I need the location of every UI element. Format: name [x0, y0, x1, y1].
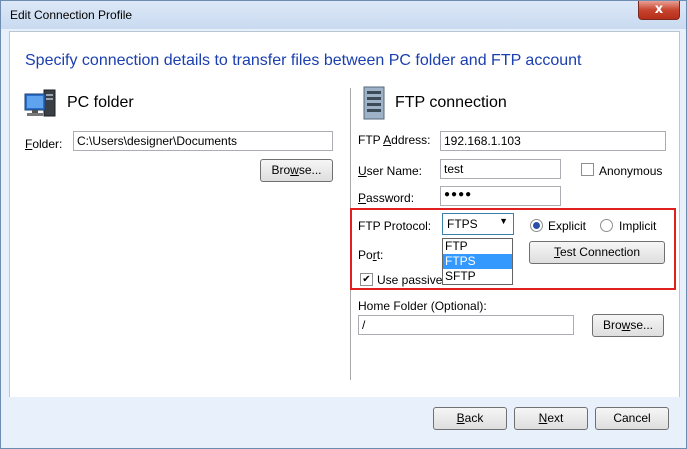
- dialog-footer: Back Next Cancel: [1, 397, 686, 448]
- implicit-radio[interactable]: [600, 219, 613, 232]
- anonymous-label: Anonymous: [599, 164, 663, 178]
- pc-computer-icon: [24, 89, 56, 117]
- explicit-label: Explicit: [548, 219, 587, 233]
- protocol-option[interactable]: FTP: [443, 239, 512, 254]
- page-title: Specify connection details to transfer f…: [25, 52, 582, 69]
- test-connection-button[interactable]: Test Connection: [529, 241, 665, 264]
- anonymous-checkbox[interactable]: [581, 163, 594, 176]
- title-bar[interactable]: Edit Connection Profile x: [1, 1, 686, 29]
- edit-connection-dialog: Edit Connection Profile x Specify connec…: [0, 0, 687, 449]
- port-label: Port:: [358, 248, 384, 262]
- close-button[interactable]: x: [638, 1, 680, 20]
- next-button[interactable]: Next: [514, 407, 588, 430]
- implicit-label: Implicit: [619, 219, 657, 233]
- explicit-radio[interactable]: [530, 219, 543, 232]
- back-button[interactable]: Back: [433, 407, 507, 430]
- folder-label: Folder:: [25, 137, 63, 151]
- ftp-address-label: FTP Address:: [358, 133, 431, 147]
- window-title: Edit Connection Profile: [10, 8, 133, 22]
- chevron-down-icon: ▼: [499, 216, 508, 226]
- folder-path-input[interactable]: C:\Users\designer\Documents: [73, 131, 333, 151]
- close-icon: x: [654, 2, 664, 17]
- ftp-browse-button[interactable]: Browse...: [592, 314, 664, 337]
- cancel-button[interactable]: Cancel: [595, 407, 669, 430]
- home-folder-label: Home Folder (Optional):: [358, 299, 487, 313]
- pc-folder-title: PC folder: [67, 94, 134, 111]
- ftp-protocol-dropdown-list: FTP FTPS SFTP: [442, 238, 513, 285]
- ftp-protocol-value: FTPS: [447, 217, 478, 231]
- dialog-content: Specify connection details to transfer f…: [9, 31, 680, 398]
- protocol-option[interactable]: FTPS: [443, 254, 512, 269]
- password-label: Password:: [358, 191, 415, 205]
- ftp-protocol-select[interactable]: FTPS ▼: [442, 213, 514, 235]
- ftp-protocol-label: FTP Protocol:: [358, 219, 432, 233]
- pc-browse-button[interactable]: Browse...: [260, 159, 333, 182]
- ftp-address-input[interactable]: 192.168.1.103: [440, 131, 666, 151]
- username-input[interactable]: test: [440, 159, 561, 179]
- home-folder-input[interactable]: /: [358, 315, 574, 335]
- passive-mode-checkbox[interactable]: ✔: [360, 273, 373, 286]
- ftp-connection-title: FTP connection: [395, 94, 507, 111]
- password-input[interactable]: ●●●●: [440, 186, 561, 206]
- protocol-option[interactable]: SFTP: [443, 269, 512, 284]
- radio-selected-dot: [533, 222, 540, 229]
- username-label: User Name:: [358, 164, 423, 178]
- server-icon: [363, 86, 385, 120]
